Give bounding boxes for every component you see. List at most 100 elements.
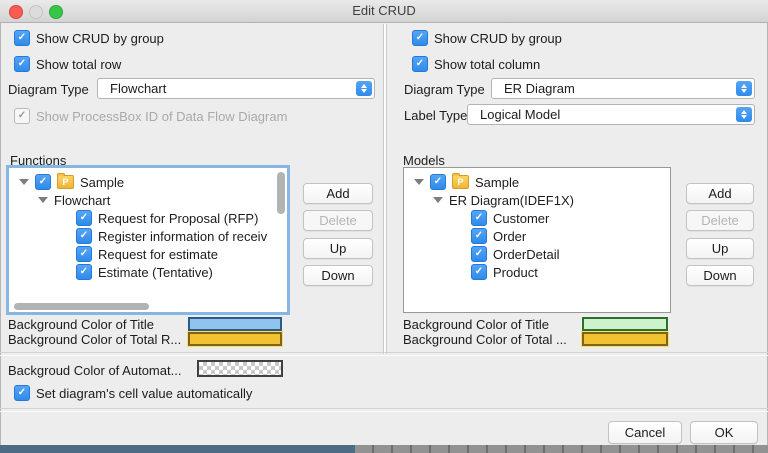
background-window-edge-left — [0, 445, 355, 453]
horizontal-scrollbar-thumb[interactable] — [14, 303, 149, 310]
right-add-button[interactable]: Add — [686, 183, 754, 204]
combo-stepper-icon — [356, 81, 372, 96]
sample-checkbox[interactable] — [35, 174, 51, 190]
right-title-color-swatch[interactable] — [582, 317, 668, 331]
right-show-total-checkbox[interactable] — [412, 56, 428, 72]
left-show-crud-row: Show CRUD by group — [14, 30, 164, 46]
background-window-edge-right — [355, 445, 768, 453]
project-folder-icon: P — [57, 173, 74, 189]
tree-item-sample[interactable]: P Sample — [404, 173, 670, 191]
tree-item-er-diagram[interactable]: ER Diagram(IDEF1X) — [404, 191, 670, 209]
item-checkbox[interactable] — [76, 246, 92, 262]
left-show-total-row: Show total row — [14, 56, 121, 72]
tree-item-rfp[interactable]: Request for Proposal (RFP) — [9, 209, 287, 227]
sample-checkbox[interactable] — [430, 174, 446, 190]
window-title: Edit CRUD — [352, 3, 416, 18]
models-label: Models — [403, 153, 445, 168]
edit-crud-dialog: Edit CRUD Show CRUD by group Show total … — [0, 0, 768, 453]
left-bg-total-label: Background Color of Total R... — [8, 332, 182, 347]
left-up-button[interactable]: Up — [303, 238, 373, 259]
left-diagram-type-label: Diagram Type — [8, 82, 89, 97]
set-cell-value-label: Set diagram's cell value automatically — [36, 385, 253, 401]
tree-item-register-info[interactable]: Register information of receiv — [9, 227, 287, 245]
left-delete-button: Delete — [303, 210, 373, 231]
right-bg-total-label: Background Color of Total ... — [403, 332, 567, 347]
functions-tree-list[interactable]: P Sample Flowchart Request for Proposal … — [6, 165, 290, 315]
automatic-color-swatch[interactable] — [197, 360, 283, 377]
panel-divider — [383, 24, 387, 354]
tree-item-order[interactable]: Order — [404, 227, 670, 245]
right-label-type-select[interactable]: Logical Model — [467, 104, 755, 125]
left-show-crud-label: Show CRUD by group — [36, 30, 164, 46]
disclosure-triangle-icon[interactable] — [38, 197, 48, 203]
left-show-total-label: Show total row — [36, 56, 122, 72]
tree-item-product[interactable]: Product — [404, 263, 670, 281]
tree-item-estimate-tentative[interactable]: Estimate (Tentative) — [9, 263, 287, 281]
tree-item-label: Sample — [80, 174, 125, 190]
tree-item-label: Request for Proposal (RFP) — [98, 210, 259, 226]
tree-item-label: Order — [493, 228, 527, 244]
project-folder-letter: P — [62, 177, 69, 187]
left-processbox-checkbox — [14, 108, 30, 124]
right-bg-title-label: Background Color of Title — [403, 317, 549, 332]
left-title-color-swatch[interactable] — [188, 317, 282, 331]
item-checkbox[interactable] — [471, 210, 487, 226]
left-show-crud-checkbox[interactable] — [14, 30, 30, 46]
right-show-total-row: Show total column — [412, 56, 540, 72]
disclosure-triangle-icon[interactable] — [433, 197, 443, 203]
left-diagram-type-value: Flowchart — [110, 81, 167, 96]
right-up-button[interactable]: Up — [686, 238, 754, 259]
right-label-type-label: Label Type — [404, 108, 468, 123]
tree-item-label: Estimate (Tentative) — [98, 264, 213, 280]
tree-item-sample[interactable]: P Sample — [9, 173, 287, 191]
disclosure-triangle-icon[interactable] — [19, 179, 29, 185]
tree-item-label: Register information of receiv — [98, 228, 268, 244]
ok-button[interactable]: OK — [690, 421, 758, 444]
footer-divider — [0, 408, 768, 412]
left-diagram-type-select[interactable]: Flowchart — [97, 78, 375, 99]
set-cell-value-checkbox[interactable] — [14, 385, 30, 401]
right-label-type-value: Logical Model — [480, 107, 561, 122]
tree-item-flowchart[interactable]: Flowchart — [9, 191, 287, 209]
title-bar: Edit CRUD — [0, 0, 768, 23]
left-processbox-label: Show ProcessBox ID of Data Flow Diagram — [36, 108, 288, 124]
right-total-color-swatch[interactable] — [582, 332, 668, 346]
right-diagram-type-value: ER Diagram — [504, 81, 575, 96]
models-tree-list[interactable]: P Sample ER Diagram(IDEF1X) Customer Ord… — [403, 167, 671, 313]
right-delete-button: Delete — [686, 210, 754, 231]
tree-item-label: Request for estimate — [98, 246, 218, 262]
item-checkbox[interactable] — [471, 264, 487, 280]
item-checkbox[interactable] — [76, 228, 92, 244]
tree-item-request-estimate[interactable]: Request for estimate — [9, 245, 287, 263]
left-show-total-checkbox[interactable] — [14, 56, 30, 72]
left-add-button[interactable]: Add — [303, 183, 373, 204]
tree-item-label: Product — [493, 264, 538, 280]
disclosure-triangle-icon[interactable] — [414, 179, 424, 185]
cancel-button[interactable]: Cancel — [608, 421, 682, 444]
right-show-crud-checkbox[interactable] — [412, 30, 428, 46]
left-down-button[interactable]: Down — [303, 265, 373, 286]
right-show-crud-row: Show CRUD by group — [412, 30, 562, 46]
combo-stepper-icon — [736, 81, 752, 96]
project-folder-icon: P — [452, 173, 469, 189]
tree-item-label: Sample — [475, 174, 520, 190]
item-checkbox[interactable] — [76, 210, 92, 226]
right-diagram-type-select[interactable]: ER Diagram — [491, 78, 755, 99]
set-cell-value-row: Set diagram's cell value automatically — [14, 385, 252, 401]
right-show-crud-label: Show CRUD by group — [434, 30, 562, 46]
tree-item-label: Customer — [493, 210, 550, 226]
right-down-button[interactable]: Down — [686, 265, 754, 286]
tree-item-orderdetail[interactable]: OrderDetail — [404, 245, 670, 263]
vertical-scrollbar-thumb[interactable] — [277, 172, 285, 214]
item-checkbox[interactable] — [471, 246, 487, 262]
tree-item-customer[interactable]: Customer — [404, 209, 670, 227]
bg-automatic-label: Backgroud Color of Automat... — [8, 363, 182, 378]
combo-stepper-icon — [736, 107, 752, 122]
left-processbox-row: Show ProcessBox ID of Data Flow Diagram — [14, 108, 287, 124]
item-checkbox[interactable] — [471, 228, 487, 244]
left-bg-title-label: Background Color of Title — [8, 317, 154, 332]
project-folder-letter: P — [457, 177, 464, 187]
left-total-color-swatch[interactable] — [188, 332, 282, 346]
item-checkbox[interactable] — [76, 264, 92, 280]
tree-item-label: OrderDetail — [493, 246, 560, 262]
